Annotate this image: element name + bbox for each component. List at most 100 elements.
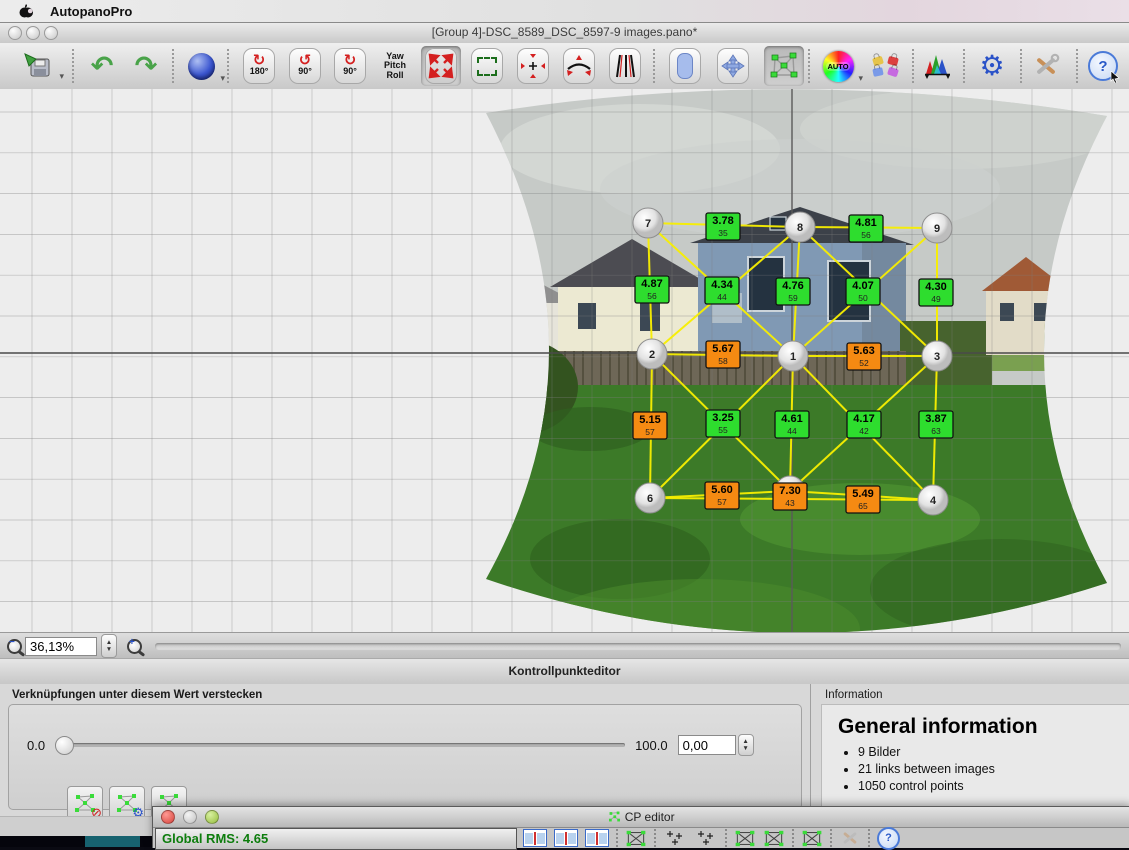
layout-single-view-button[interactable] bbox=[523, 829, 547, 847]
image-node[interactable]: 4 bbox=[918, 485, 948, 515]
cp-help-button[interactable]: ? bbox=[877, 827, 900, 850]
undo-button[interactable]: ↶ bbox=[82, 46, 122, 86]
cp-editor-title-bar[interactable]: CP editor bbox=[153, 807, 1129, 828]
link-rms-badge[interactable]: 4.3444 bbox=[705, 277, 739, 304]
levels-histogram-button[interactable] bbox=[918, 46, 958, 86]
save-button[interactable]: ▾ bbox=[18, 46, 58, 86]
minimize-window-button[interactable] bbox=[26, 26, 40, 40]
threshold-slider-row: 0.0 100.0 ▲▼ bbox=[27, 733, 787, 757]
render-button[interactable]: ▾ bbox=[181, 46, 221, 86]
image-node[interactable]: 2 bbox=[637, 339, 667, 369]
fit-panorama-button[interactable] bbox=[665, 46, 705, 86]
app-menu-title[interactable]: AutopanoPro bbox=[50, 4, 132, 19]
link-rms-value: 4.30 bbox=[925, 281, 946, 293]
link-cp-count: 65 bbox=[858, 501, 868, 511]
auto-dropdown-caret[interactable]: ▾ bbox=[858, 73, 863, 84]
save-dropdown-caret[interactable]: ▾ bbox=[59, 71, 64, 82]
image-node[interactable]: 8 bbox=[785, 212, 815, 242]
zoom-in-button[interactable]: + bbox=[123, 636, 145, 656]
rotate-180-button[interactable]: ↻ 180° bbox=[239, 46, 279, 86]
link-rms-value: 4.17 bbox=[853, 413, 874, 425]
link-cp-count: 59 bbox=[788, 293, 798, 303]
help-button[interactable]: ? bbox=[1083, 46, 1123, 86]
image-node-number: 6 bbox=[647, 493, 653, 505]
redo-button[interactable]: ↷ bbox=[126, 46, 166, 86]
zoom-window-button[interactable] bbox=[44, 26, 58, 40]
image-node-number: 7 bbox=[645, 218, 651, 230]
link-rms-badge[interactable]: 5.6758 bbox=[706, 341, 740, 368]
threshold-value-input[interactable] bbox=[678, 735, 736, 755]
add-points-button[interactable] bbox=[663, 829, 687, 847]
kontrollpunkteditor-tab[interactable]: Kontrollpunkteditor bbox=[0, 658, 1129, 686]
add-points-auto-button[interactable] bbox=[694, 829, 718, 847]
rotate-90-left-button[interactable]: ↺ 90° bbox=[285, 46, 325, 86]
zoom-slider-rail[interactable] bbox=[155, 643, 1121, 650]
delete-links-button[interactable]: ⊘ bbox=[67, 786, 103, 820]
threshold-slider[interactable] bbox=[55, 743, 625, 747]
zoom-out-button[interactable]: − bbox=[3, 636, 25, 656]
slider-min-label: 0.0 bbox=[27, 738, 45, 753]
auto-color-wheel-icon: AUTO bbox=[823, 51, 854, 82]
window-title-bar[interactable]: [Group 4]-DSC_8589_DSC_8597-9 images.pan… bbox=[0, 22, 1129, 44]
toolbar-separator bbox=[1076, 49, 1078, 83]
rotate-90-right-button[interactable]: ↻ 90° bbox=[330, 46, 370, 86]
auto-label: AUTO bbox=[826, 62, 849, 71]
redo-icon: ↷ bbox=[135, 53, 158, 80]
link-rms-badge[interactable]: 7.3043 bbox=[773, 483, 807, 510]
settings-button[interactable]: ⚙ bbox=[972, 46, 1012, 86]
auto-color-button[interactable]: AUTO ▾ bbox=[818, 46, 858, 86]
layout-grid-view-button[interactable] bbox=[585, 829, 609, 847]
optimize-tool-button[interactable] bbox=[801, 830, 823, 847]
link-rms-badge[interactable]: 5.1557 bbox=[633, 412, 667, 439]
image-node[interactable]: 7 bbox=[633, 208, 663, 238]
image-node[interactable]: 6 bbox=[635, 483, 665, 513]
link-cp-count: 44 bbox=[717, 292, 727, 302]
control-points-editor-button[interactable] bbox=[764, 46, 804, 86]
link-rms-badge[interactable]: 3.2555 bbox=[706, 410, 740, 437]
close-window-button[interactable] bbox=[8, 26, 22, 40]
link-rms-badge[interactable]: 4.0750 bbox=[846, 278, 880, 305]
yaw-pitch-roll-button[interactable]: YawPitchRoll bbox=[375, 46, 415, 86]
zoom-stepper[interactable]: ▲▼ bbox=[101, 634, 117, 658]
image-node[interactable]: 1 bbox=[778, 341, 808, 371]
link-rms-badge[interactable]: 4.6144 bbox=[775, 411, 809, 438]
link-rms-badge[interactable]: 5.6057 bbox=[705, 482, 739, 509]
image-node[interactable]: 3 bbox=[922, 341, 952, 371]
straighten-horizon-button[interactable] bbox=[559, 46, 599, 86]
link-rms-badge[interactable]: 5.4965 bbox=[846, 486, 880, 513]
link-tool-button[interactable] bbox=[734, 830, 756, 847]
link-rms-badge[interactable]: 3.7835 bbox=[706, 213, 740, 240]
cp-editor-toolbar: ? bbox=[513, 828, 1129, 848]
link-rms-badge[interactable]: 5.6352 bbox=[847, 343, 881, 370]
zoom-level-input[interactable] bbox=[25, 637, 97, 656]
link-cp-count: 57 bbox=[645, 427, 655, 437]
render-dropdown-caret[interactable]: ▾ bbox=[220, 73, 225, 84]
unlink-tool-button[interactable] bbox=[763, 830, 785, 847]
center-view-button[interactable] bbox=[513, 46, 553, 86]
links-overview-button[interactable] bbox=[625, 830, 647, 847]
link-rms-badge[interactable]: 4.7659 bbox=[776, 278, 810, 305]
maximize-view-button[interactable] bbox=[421, 46, 461, 86]
move-panorama-button[interactable] bbox=[713, 46, 753, 86]
image-node[interactable]: 9 bbox=[922, 213, 952, 243]
link-rms-value: 4.61 bbox=[781, 413, 802, 425]
link-rms-badge[interactable]: 4.3049 bbox=[919, 279, 953, 306]
optimize-links-button[interactable]: ⚙ bbox=[109, 786, 145, 820]
cp-tools-button[interactable] bbox=[839, 828, 861, 848]
link-rms-badge[interactable]: 4.1742 bbox=[847, 411, 881, 438]
link-rms-badge[interactable]: 4.8156 bbox=[849, 215, 883, 242]
move-arrows-icon bbox=[721, 54, 745, 78]
threshold-stepper[interactable]: ▲▼ bbox=[738, 734, 754, 756]
link-rms-badge[interactable]: 3.8763 bbox=[919, 411, 953, 438]
crop-button[interactable] bbox=[467, 46, 507, 86]
panorama-canvas[interactable]: 1234567893.78354.81564.87564.34444.76594… bbox=[0, 89, 1129, 632]
threshold-slider-thumb[interactable] bbox=[55, 736, 74, 755]
link-rms-value: 5.67 bbox=[712, 343, 733, 355]
apple-logo-icon[interactable] bbox=[18, 3, 34, 19]
anchor-locks-button[interactable] bbox=[866, 46, 906, 86]
window-title: [Group 4]-DSC_8589_DSC_8597-9 images.pan… bbox=[0, 22, 1129, 43]
link-rms-badge[interactable]: 4.8756 bbox=[635, 276, 669, 303]
tools-button[interactable] bbox=[1026, 46, 1066, 86]
set-verticals-button[interactable] bbox=[605, 46, 645, 86]
layout-split-view-button[interactable] bbox=[554, 829, 578, 847]
